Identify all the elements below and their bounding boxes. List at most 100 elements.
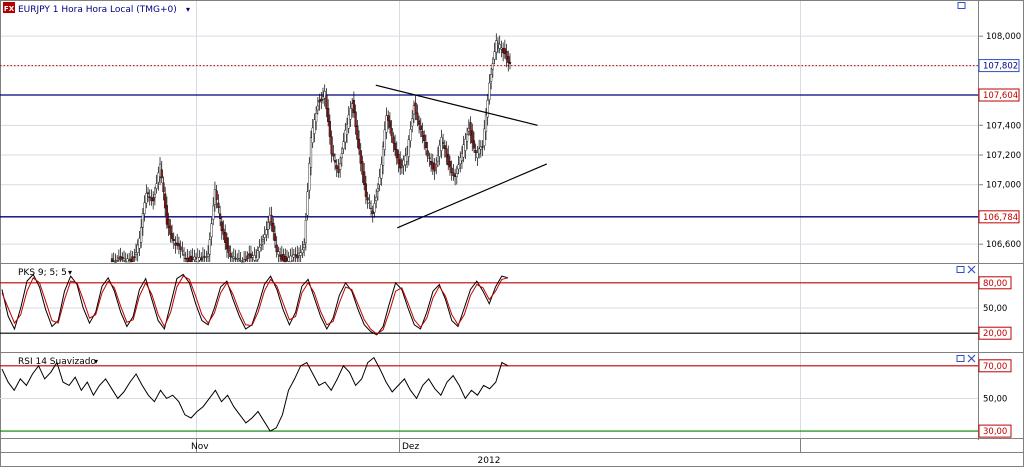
level-label: 107,604 [983,91,1018,101]
candle-body [229,253,232,257]
candle-body [409,129,412,141]
candle-body [325,94,328,110]
grid [0,0,978,438]
candle-body [206,253,210,257]
candle-body [148,196,151,198]
candle-body [200,257,203,261]
candle-body [433,163,436,172]
candle-body [273,233,277,241]
candle-body [507,56,510,63]
candle-body [301,249,304,254]
candle-body [357,138,361,150]
candle-body [376,188,380,192]
candle-body [481,146,484,148]
candle-body [246,255,249,259]
close-icon[interactable] [967,354,976,363]
candle-body [424,142,428,149]
candle-body [363,171,366,185]
pks-title: PKS 9; 5; 5 [18,268,67,278]
candle-body [121,257,124,259]
rsi-title: RSI 14 Suavizado [18,357,97,367]
candle-body [486,100,489,118]
current-price-label: 107,802 [983,62,1018,72]
candle-body [411,118,414,127]
maximize-icon[interactable] [956,266,965,273]
rsi-level-label: 50,00 [983,394,1007,404]
maximize-icon[interactable] [956,355,965,362]
candle-body [177,243,181,247]
candle-body [388,120,392,128]
candle-body [261,239,265,242]
candle-body [349,108,352,120]
candle-body [455,172,458,177]
panel-borders [0,0,1024,467]
close-icon[interactable] [967,265,976,274]
candle-body [208,239,211,255]
candle-body [352,100,355,114]
candle-body [239,260,242,262]
candle-body [181,250,184,252]
candle-body [169,225,172,235]
candle-body [330,136,333,155]
candle-body [272,222,275,232]
candle-body [400,166,404,168]
chart-header: FX EURJPY 1 Hora Hora Local (TMG+0) ▾ [3,2,966,15]
chart-canvas: 107,604 106,784 107,802 108,000 107,400 107,… [0,0,1024,467]
candle-body [332,153,335,157]
candle-body [368,202,371,204]
candle-body [443,145,446,150]
candle-body [508,61,512,64]
candle-body [426,150,429,157]
pks-level-label: 50,00 [983,304,1007,314]
chart-window: 107,604 106,784 107,802 108,000 107,400 107,… [0,0,1024,467]
level-label: 106,784 [983,213,1018,223]
candle-body [133,256,136,258]
maximize-icon[interactable] [957,2,966,9]
candle-body [328,121,331,137]
candle-body [256,250,259,261]
candle-body [263,234,266,238]
candle-body [210,223,213,238]
candle-body [306,191,309,216]
candle-body [179,246,182,250]
price-tick-label: 107,400 [986,121,1021,131]
candle-body [327,107,330,122]
candle-body [275,244,278,253]
candle-body [141,213,144,228]
candle-body [369,207,373,210]
pks-header: PKS 9; 5; 5 ▾ [18,265,976,278]
candle-body [387,115,390,121]
candle-body [354,111,357,128]
candle-body [316,105,319,111]
candle-body [383,129,386,150]
candle-body [435,164,438,168]
candle-body [143,202,146,214]
candle-body [393,142,397,150]
candle-body [495,40,498,53]
candle-body [392,136,395,144]
candles [110,33,512,263]
candle-body [428,157,431,159]
candle-body [484,114,488,132]
candle-body [218,213,222,219]
candle-body [303,244,306,248]
dropdown-icon[interactable]: ▾ [186,5,190,14]
candle-body [162,182,165,193]
candle-body [172,239,175,241]
candle-body [491,63,494,70]
candle-body [414,102,417,114]
time-label-nov: Nov [191,442,209,452]
candle-body [490,74,493,82]
candle-body [112,260,115,262]
candle-body [340,153,343,159]
fx-badge-text: FX [4,5,15,13]
rsi-level-label: 30,00 [983,427,1007,437]
dropdown-icon[interactable]: ▾ [68,268,72,277]
candle-body [364,183,367,197]
candle-body [457,164,460,170]
dropdown-icon[interactable]: ▾ [94,357,98,366]
candle-body [215,190,218,200]
candle-body [419,125,422,131]
price-tick-label: 106,600 [986,240,1021,250]
candle-body [170,233,174,239]
